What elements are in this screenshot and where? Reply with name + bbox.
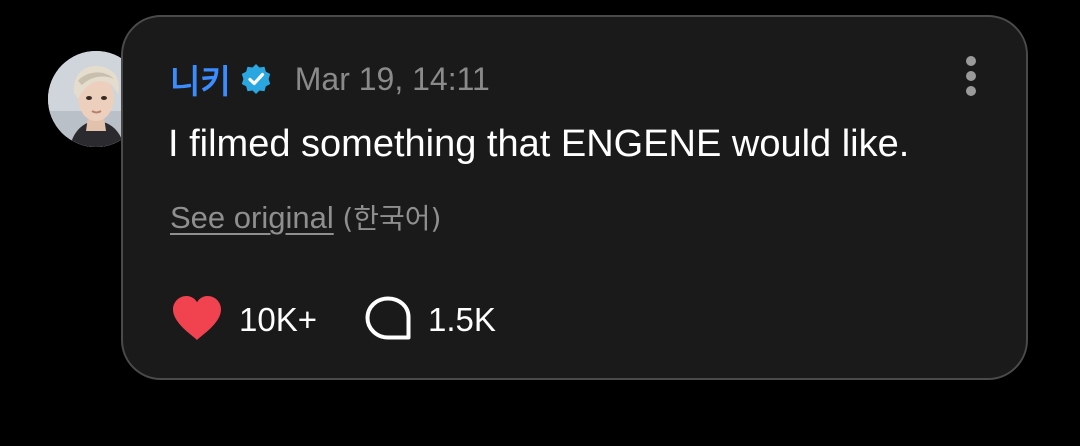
original-language-label: (한국어) bbox=[342, 202, 442, 235]
post-actions: 10K+ 1.5K bbox=[170, 295, 496, 345]
author-name[interactable]: 니키 bbox=[170, 55, 231, 103]
post-card[interactable]: 니키 Mar 19, 14:11 I filmed something that… bbox=[121, 15, 1028, 380]
verified-badge-icon bbox=[239, 62, 273, 96]
reply-count: 1.5K bbox=[428, 301, 496, 338]
see-original-link[interactable]: See original bbox=[170, 200, 334, 235]
speech-bubble-icon bbox=[363, 294, 413, 347]
see-original-row: See original (한국어) bbox=[170, 197, 441, 237]
reply-button[interactable]: 1.5K bbox=[363, 294, 496, 347]
post-header: 니키 Mar 19, 14:11 bbox=[170, 59, 490, 102]
more-vertical-icon[interactable] bbox=[964, 56, 978, 98]
heart-icon bbox=[170, 294, 224, 347]
like-button[interactable]: 10K+ bbox=[170, 294, 317, 347]
post-timestamp: Mar 19, 14:11 bbox=[294, 60, 490, 97]
post-text: I filmed something that ENGENE would lik… bbox=[168, 123, 910, 165]
like-count: 10K+ bbox=[239, 301, 317, 338]
